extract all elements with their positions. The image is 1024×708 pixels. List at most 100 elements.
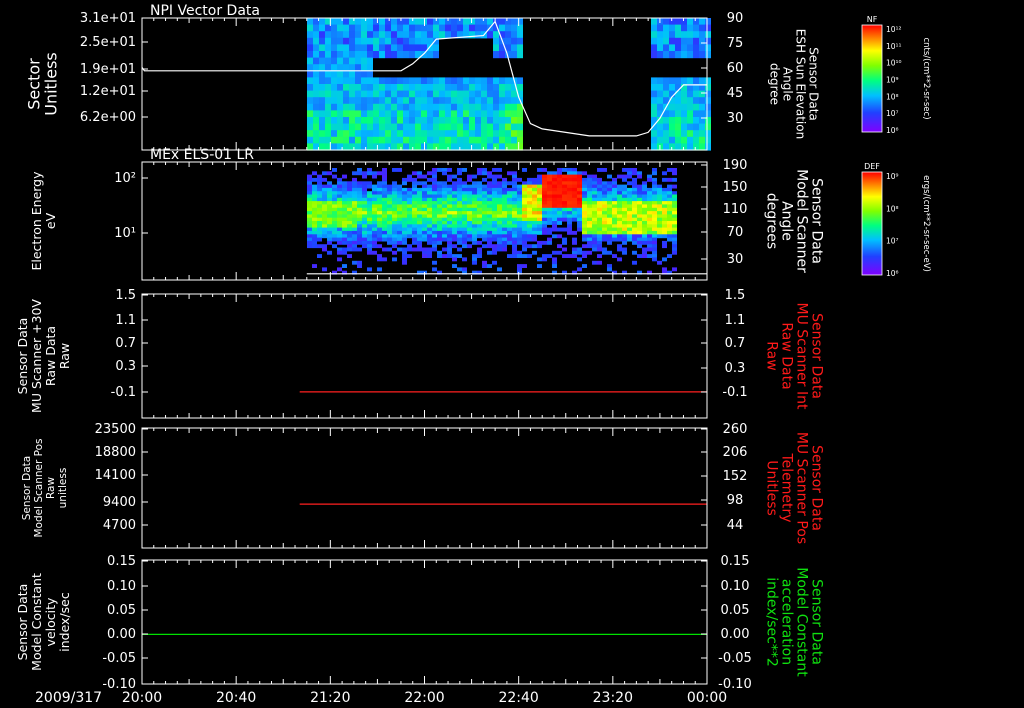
heat-cell: [651, 97, 657, 105]
heat-cell: [577, 204, 582, 209]
heat-cell: [331, 31, 337, 39]
heat-cell: [469, 110, 475, 118]
heat-cell: [379, 103, 385, 111]
heat-cell: [313, 57, 319, 65]
right-axis-label: Sensor Data: [807, 47, 821, 121]
heat-cell: [373, 136, 379, 144]
right-axis-label: Sensor Data: [809, 579, 825, 665]
heat-cell: [493, 136, 499, 144]
heat-cell: [662, 244, 667, 249]
heat-cell: [349, 103, 355, 111]
heat-cell: [492, 168, 497, 172]
right-axis-label: Model Scanner: [794, 169, 810, 273]
heat-cell: [587, 204, 592, 209]
right-tick-label: 152: [723, 469, 748, 484]
heat-cell: [451, 103, 457, 111]
right-axis-label: ESH Sun Elevation: [794, 29, 808, 139]
heat-cell: [477, 254, 482, 258]
right-axis-label: MU Scanner Pos: [794, 432, 810, 544]
heat-cell: [379, 117, 385, 125]
heat-cell: [505, 77, 511, 85]
heat-cell: [463, 130, 469, 138]
heat-cell: [647, 230, 652, 235]
heat-cell: [493, 117, 499, 125]
heat-cell: [322, 171, 327, 176]
heat-cell: [427, 136, 433, 144]
heat-cell: [367, 204, 372, 209]
heat-cell: [342, 174, 347, 179]
plot-figure: 3.1e+01 2.5e+01 1.9e+01 1.2e+01 6.2e+00 90 75 6…: [0, 0, 1024, 708]
heat-cell: [319, 44, 325, 52]
heat-cell: [612, 177, 617, 182]
heat-cell: [693, 136, 699, 144]
heat-cell: [367, 97, 373, 105]
heat-cell: [602, 230, 607, 235]
heat-cell: [542, 168, 547, 172]
right-tick-label: 60: [727, 61, 744, 76]
heat-cell: [313, 97, 319, 105]
heat-cell: [667, 204, 672, 209]
heat-cell: [367, 84, 373, 92]
heat-cell: [349, 44, 355, 52]
heat-cell: [469, 84, 475, 92]
heat-cell: [705, 123, 711, 131]
heat-cell: [451, 136, 457, 144]
heat-cell: [397, 84, 403, 92]
heat-cell: [445, 90, 451, 98]
heat-cell: [422, 254, 427, 258]
heat-cell: [442, 237, 447, 242]
heat-cell: [385, 90, 391, 98]
heat-cell: [367, 171, 372, 176]
heat-cell: [502, 247, 507, 252]
colorbar-tick-label: 10⁹: [886, 172, 899, 181]
heat-cell: [463, 18, 469, 26]
heat-cell: [493, 110, 499, 118]
heat-cell: [657, 123, 663, 131]
colorbar: [861, 24, 883, 133]
heat-cell: [663, 24, 669, 32]
heat-cell: [632, 230, 637, 235]
heat-cell: [432, 230, 437, 235]
heat-cell: [452, 174, 457, 179]
heat-cell: [693, 123, 699, 131]
heat-cell: [427, 130, 433, 138]
heat-cell: [391, 97, 397, 105]
heat-cell: [373, 37, 379, 45]
heat-cell: [367, 51, 373, 59]
heat-cell: [705, 103, 711, 111]
heat-cell: [597, 260, 602, 265]
heat-cell: [517, 136, 523, 144]
heat-cell: [337, 136, 343, 144]
heat-cell: [462, 257, 467, 262]
heat-cell: [681, 18, 687, 26]
heat-cell: [325, 117, 331, 125]
heat-cell: [307, 51, 313, 59]
heat-cell: [487, 136, 493, 144]
right-axis-label: Angle: [781, 67, 795, 101]
heat-cell: [415, 44, 421, 52]
heat-cell: [675, 123, 681, 131]
colorbar-units: cnts/(cm**2-sr-sec): [921, 37, 931, 119]
time-tick-label: 20:00: [122, 690, 162, 706]
heat-cell: [597, 254, 602, 258]
heat-cell: [373, 31, 379, 39]
heat-cell: [421, 84, 427, 92]
heat-cell: [337, 117, 343, 125]
heat-cell: [361, 97, 367, 105]
heat-cell: [409, 31, 415, 39]
heat-cell: [433, 123, 439, 131]
heat-cell: [687, 123, 693, 131]
heat-cell: [657, 51, 663, 59]
heat-cell: [312, 264, 317, 268]
heat-cell: [379, 90, 385, 98]
heat-cell: [511, 130, 517, 138]
heat-cell: [511, 97, 517, 105]
heat-cell: [469, 117, 475, 125]
heat-cell: [427, 18, 433, 26]
heat-cell: [663, 77, 669, 85]
heat-cell: [567, 230, 572, 235]
heat-cell: [337, 84, 343, 92]
heat-cell: [517, 130, 523, 138]
heat-cell: [511, 103, 517, 111]
heat-cell: [457, 103, 463, 111]
